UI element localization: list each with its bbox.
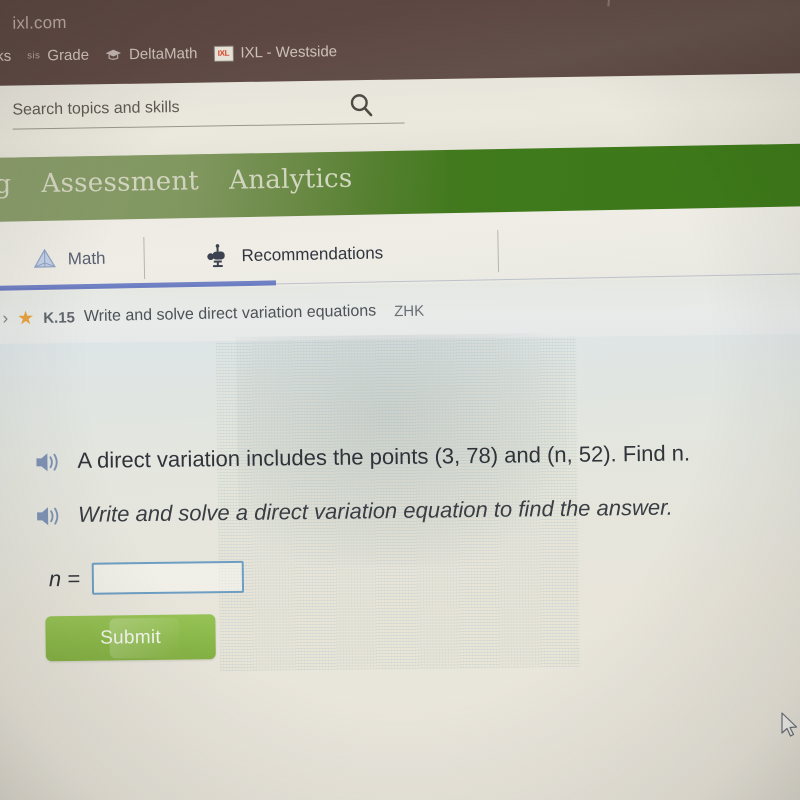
question-line-1: A direct variation includes the points (…	[33, 439, 690, 475]
tab-divider-right	[496, 230, 499, 273]
nav-item-analytics[interactable]: Analytics	[229, 164, 353, 196]
tab-label: Math	[67, 248, 106, 269]
bookmark-label: arks	[0, 47, 12, 66]
star-icon[interactable]: ★	[17, 308, 34, 329]
tab-math[interactable]: Math	[33, 246, 134, 272]
skill-number: K.15	[43, 308, 76, 327]
bookmark-deltamath[interactable]: DeltaMath	[105, 45, 198, 63]
robot-icon	[204, 243, 230, 269]
search-field-wrap[interactable]: Search topics and skills	[12, 95, 405, 130]
answer-row: n =	[48, 560, 245, 595]
bookmark-arks[interactable]: arks	[0, 48, 11, 65]
skill-title[interactable]: Write and solve direct variation equatio…	[84, 303, 377, 327]
graduation-cap-icon	[105, 48, 122, 61]
nav-item-assessment[interactable]: Assessment	[41, 166, 199, 199]
address-bar-url[interactable]: ixl.com	[12, 13, 67, 34]
instruction-text: Write and solve a direct variation equat…	[77, 494, 673, 527]
bookmark-ixl-westside[interactable]: IXL IXL - Westside	[213, 43, 337, 62]
tab-list: Math Recommendations	[32, 230, 499, 281]
breadcrumb: › ★ K.15 Write and solve direct variatio…	[2, 301, 424, 329]
pyramid-icon	[33, 248, 57, 272]
tab-label: Recommendations	[241, 243, 384, 266]
nav-item-learning[interactable]: g	[0, 170, 12, 200]
bookmark-label: Grade	[47, 46, 90, 65]
tab-divider	[143, 236, 145, 279]
primary-nav-items: g Assessment Analytics	[0, 164, 353, 200]
question-text: A direct variation includes the points (…	[77, 440, 691, 473]
tab-recommendations[interactable]: Recommendations	[204, 240, 411, 270]
answer-input[interactable]	[91, 560, 245, 595]
screenshot-root: ixl.com arks sis Grade DeltaMath IXL IXL…	[0, 0, 800, 800]
text-cursor-mark	[607, 0, 611, 7]
bookmarks-bar: arks sis Grade DeltaMath IXL IXL - Wests…	[0, 43, 337, 65]
chevron-right-icon[interactable]: ›	[2, 309, 8, 329]
bookmark-label: IXL - Westside	[240, 43, 338, 62]
question-line-2: Write and solve a direct variation equat…	[34, 494, 673, 530]
submit-button[interactable]: Submit	[45, 614, 216, 662]
question-panel: A direct variation includes the points (…	[0, 332, 800, 800]
speaker-icon[interactable]	[34, 503, 64, 529]
speaker-icon[interactable]	[33, 449, 63, 475]
skill-code-badge: ZHK	[393, 302, 425, 320]
ixl-favicon-text: IXL	[217, 48, 230, 58]
sis-favicon-icon: sis	[27, 50, 41, 62]
bookmark-grade[interactable]: sis Grade	[27, 47, 89, 65]
search-icon[interactable]	[348, 92, 374, 118]
ixl-favicon-icon: IXL	[213, 45, 234, 62]
bookmark-label: DeltaMath	[128, 45, 198, 64]
answer-label: n =	[48, 565, 81, 592]
